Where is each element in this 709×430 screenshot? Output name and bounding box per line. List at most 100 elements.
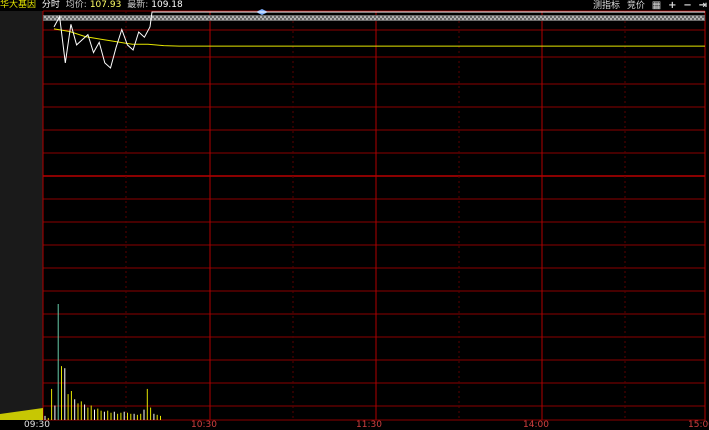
scrollbar-dot [672, 16, 674, 18]
scrollbar-dot [230, 18, 232, 20]
scrollbar-dot [678, 18, 680, 20]
scrollbar-dot [212, 16, 214, 18]
scrollbar-dot [202, 18, 204, 20]
scrollbar-dot [428, 16, 430, 18]
scrollbar-dot [186, 18, 188, 20]
scrollbar-dot [196, 16, 198, 18]
scrollbar-dot [44, 16, 46, 18]
scrollbar-dot [510, 18, 512, 20]
scrollbar-dot [262, 18, 264, 20]
scrollbar-dot [694, 18, 696, 20]
grid-icon[interactable]: ▦ [652, 0, 661, 11]
intraday-chart[interactable] [0, 0, 709, 430]
scrollbar-dot [66, 18, 68, 20]
scrollbar-dot [50, 18, 52, 20]
scrollbar-dot [654, 18, 656, 20]
scrollbar-dot [514, 18, 516, 20]
scrollbar-dot [480, 16, 482, 18]
scrollbar-dot [554, 18, 556, 20]
scrollbar-dot [378, 18, 380, 20]
scrollbar-dot [682, 18, 684, 20]
skip-icon[interactable]: ⇥ [699, 0, 707, 11]
scrollbar-dot [88, 16, 90, 18]
scrollbar-dot [104, 16, 106, 18]
scrollbar-dot [372, 16, 374, 18]
scrollbar-dot [442, 18, 444, 20]
scrollbar-dot [622, 18, 624, 20]
scrollbar-dot [436, 16, 438, 18]
scrollbar-dot [72, 16, 74, 18]
scrollbar-dot [272, 16, 274, 18]
scrollbar-dot [556, 16, 558, 18]
scrollbar-dot [178, 18, 180, 20]
scrollbar-dot [674, 18, 676, 20]
scrollbar-dot [432, 16, 434, 18]
scrollbar-dot [528, 16, 530, 18]
scrollbar-dot [450, 18, 452, 20]
scrollbar-dot [496, 16, 498, 18]
last-price-label: 最新: [127, 0, 149, 10]
scrollbar-dot [578, 18, 580, 20]
scrollbar-dot [690, 18, 692, 20]
scrollbar-dot [494, 18, 496, 20]
scrollbar-dot [396, 16, 398, 18]
scrollbar-dot [128, 16, 130, 18]
scrollbar-dot [356, 16, 358, 18]
scrollbar-dot [482, 18, 484, 20]
stock-name[interactable]: 华大基因 [0, 0, 36, 10]
plus-icon[interactable]: + [668, 0, 676, 11]
scrollbar-dot [522, 18, 524, 20]
scrollbar-dot [422, 18, 424, 20]
scrollbar-dot [504, 16, 506, 18]
scrollbar-dot [276, 16, 278, 18]
scrollbar-dot [340, 16, 342, 18]
scrollbar-dot [288, 16, 290, 18]
scrollbar-dot [98, 18, 100, 20]
scrollbar-dot [404, 16, 406, 18]
scrollbar-dot [542, 18, 544, 20]
scrollbar-dot [308, 16, 310, 18]
scrollbar-dot [502, 18, 504, 20]
scrollbar-dot [180, 16, 182, 18]
scrollbar-dot [124, 16, 126, 18]
scrollbar-dot [664, 16, 666, 18]
scrollbar-dot [434, 18, 436, 20]
scrollbar-dot [336, 16, 338, 18]
scrollbar-dot [402, 18, 404, 20]
scrollbar-dot [576, 16, 578, 18]
scrollbar-dot [208, 16, 210, 18]
scrollbar-dot [156, 16, 158, 18]
scrollbar-dot [692, 16, 694, 18]
scrollbar-dot [484, 16, 486, 18]
scrollbar-dot [462, 18, 464, 20]
scrollbar-dot [448, 16, 450, 18]
time-tick-0930: 09:30 [24, 420, 50, 430]
minus-icon[interactable]: − [683, 0, 691, 11]
scrollbar-dot [426, 18, 428, 20]
scrollbar-dot [520, 16, 522, 18]
scrollbar-dot [118, 18, 120, 20]
auction-button[interactable]: 竞价 [627, 1, 645, 12]
scrollbar-dot [446, 18, 448, 20]
scrollbar-dot [164, 16, 166, 18]
scrollbar-dot [606, 18, 608, 20]
scrollbar-dot [558, 18, 560, 20]
scrollbar-dot [76, 16, 78, 18]
scrollbar-dot [594, 18, 596, 20]
time-tick-1500: 15:00 [688, 420, 709, 430]
scrollbar-dot [114, 18, 116, 20]
scrollbar-dot [696, 16, 698, 18]
scrollbar-dot [94, 18, 96, 20]
scrollbar-dot [662, 18, 664, 20]
scrollbar-dot [142, 18, 144, 20]
scrollbar-dot [314, 18, 316, 20]
scrollbar-dot [90, 18, 92, 20]
scrollbar-dot [414, 18, 416, 20]
scrollbar-dot [52, 16, 54, 18]
scrollbar-dot [134, 18, 136, 20]
scrollbar-dot [544, 16, 546, 18]
scrollbar-dot [198, 18, 200, 20]
indicator-button[interactable]: 测指标 [593, 1, 620, 12]
scrollbar-dot [96, 16, 98, 18]
scrollbar-dot [286, 18, 288, 20]
